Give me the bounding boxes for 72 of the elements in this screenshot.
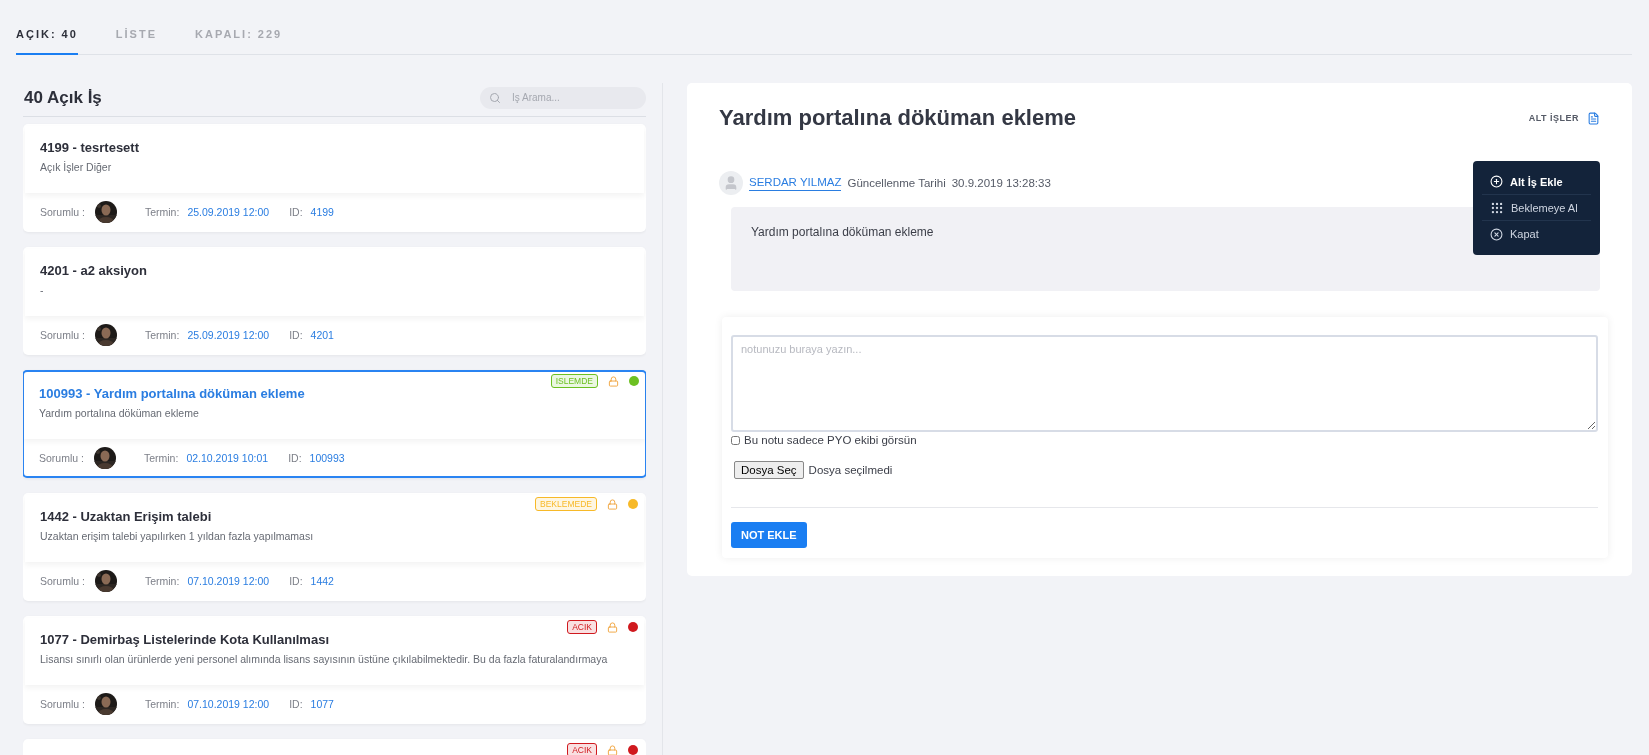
note-field[interactable]: notunuzu buraya yazın... <box>731 335 1598 432</box>
task-title: 4201 - a2 aksiyon <box>40 263 148 278</box>
due-label: Termin: <box>144 574 180 587</box>
due-date: 25.09.2019 12:00 <box>187 205 270 218</box>
task-title: 1077 - Demirbaş Listelerinde Kota Kullanılması <box>40 632 330 647</box>
task-id: 4199 <box>310 205 334 218</box>
task-description: Lisansı sınırlı olan ürünlerde yeni personel alımında lisans sayısının üstüne çıkılabilmektedir. Bu da fazla faturalandırmaya <box>40 653 609 665</box>
owner-label: Sorumlu : <box>40 328 85 341</box>
task-card[interactable]: 4201 - a2 aksiyon - Sorumlu : Termin: 25.09.2019 12:00 ID: 4201 <box>23 247 646 355</box>
due-label: Termin: <box>144 697 180 710</box>
task-description: Uzaktan erişim talebi yapılırken 1 yıldan fazla yapılmaması <box>40 530 315 542</box>
task-card[interactable] <box>23 616 646 724</box>
task-title: 4199 - tesrtesett <box>40 140 140 155</box>
updated-date: 30.9.2019 13:28:33 <box>951 177 1051 189</box>
task-card[interactable]: 4199 - tesrtesett Açık İşler Diğer Sorumlu : Termin: 25.09.2019 12:00 ID: 4199 <box>23 124 646 232</box>
lock-icon <box>608 375 619 387</box>
owner-label: Sorumlu : <box>40 697 85 710</box>
lock-icon <box>607 744 618 755</box>
owner-label: Sorumlu : <box>39 451 84 464</box>
task-id: 4201 <box>310 328 334 341</box>
id-label: ID: <box>289 697 303 710</box>
owner-label: Sorumlu : <box>40 574 85 587</box>
search-icon <box>489 91 501 104</box>
menu-item[interactable]: Beklemeye Al <box>1482 195 1591 221</box>
task-description: Yardım portalına döküman ekleme <box>39 407 200 419</box>
task-id: 100993 <box>309 451 345 464</box>
file-button[interactable]: Dosya Seç <box>734 461 804 479</box>
task-card[interactable]: BEKLEMEDE 1442 - Uzaktan Erişim talebi Uzaktan erişim talebi yapılırken 1 yıldan fazla yapılmaması Sorumlu : Termin: 07.10.2019 12:00 ID: 1442 <box>23 493 646 601</box>
task-id: 1077 <box>310 697 334 710</box>
task-heading: Yardım portalına döküman ekleme <box>719 105 1076 131</box>
task-card[interactable]: ACIK <box>23 739 646 755</box>
task-title: 1442 - Uzaktan Erişim talebi <box>40 509 213 524</box>
due-label: Termin: <box>143 451 179 464</box>
due-date: 07.10.2019 12:00 <box>187 697 270 710</box>
due-label: Termin: <box>144 205 180 218</box>
owner-label: Sorumlu : <box>40 205 85 218</box>
checkbox-label: Bu notu sadece PYO ekibi görsün <box>744 434 917 446</box>
tab[interactable]: AÇIK: 40 <box>16 28 78 55</box>
checkbox[interactable] <box>731 435 740 445</box>
lock-icon <box>607 498 618 510</box>
due-date: 07.10.2019 12:00 <box>187 574 270 587</box>
id-label: ID: <box>288 451 302 464</box>
updated-label: Güncellenme Tarihi <box>847 177 946 189</box>
task-description: - <box>40 284 45 296</box>
author-link[interactable]: SERDAR YILMAZ <box>749 175 842 191</box>
id-label: ID: <box>289 328 303 341</box>
status-badge: ISLEMDE <box>550 374 598 388</box>
dots-grid-icon <box>1490 200 1504 215</box>
task-description: Açık İşler Diğer <box>40 161 113 173</box>
id-label: ID: <box>289 205 303 218</box>
task-card[interactable]: ISLEMDE 100993 - Yardım portalına döküman ekleme Yardım portalına döküman ekleme Sorumlu : Termin: 02.10.2019 10:01 ID: 100993 <box>23 370 646 478</box>
status-badge: BEKLEMEDE <box>535 497 597 511</box>
search-field[interactable]: İş Arama... <box>480 86 646 109</box>
subtasks-link[interactable]: ALT İŞLER <box>1528 111 1600 125</box>
status-badge: ACIK <box>567 743 597 755</box>
submit-button[interactable]: NOT EKLE <box>731 522 807 548</box>
task-title: 100993 - Yardım portalına döküman ekleme <box>39 386 306 401</box>
id-label: ID: <box>289 574 303 587</box>
status-badge: ACIK <box>567 620 597 634</box>
file-status: Dosya seçilmedi <box>808 464 893 476</box>
menu-item[interactable]: Kapat <box>1482 221 1591 247</box>
lock-icon <box>607 621 618 633</box>
due-label: Termin: <box>144 328 180 341</box>
avatar-icon <box>719 171 743 195</box>
document-icon <box>1587 111 1600 125</box>
list-title: 40 Açık İş <box>23 87 102 108</box>
menu-item[interactable]: Alt İş Ekle <box>1482 169 1591 195</box>
close-icon <box>1490 227 1503 241</box>
task-id: 1442 <box>310 574 334 587</box>
due-date: 25.09.2019 12:00 <box>187 328 270 341</box>
due-date: 02.10.2019 10:01 <box>186 451 269 464</box>
plus-circle-icon <box>1490 175 1503 188</box>
